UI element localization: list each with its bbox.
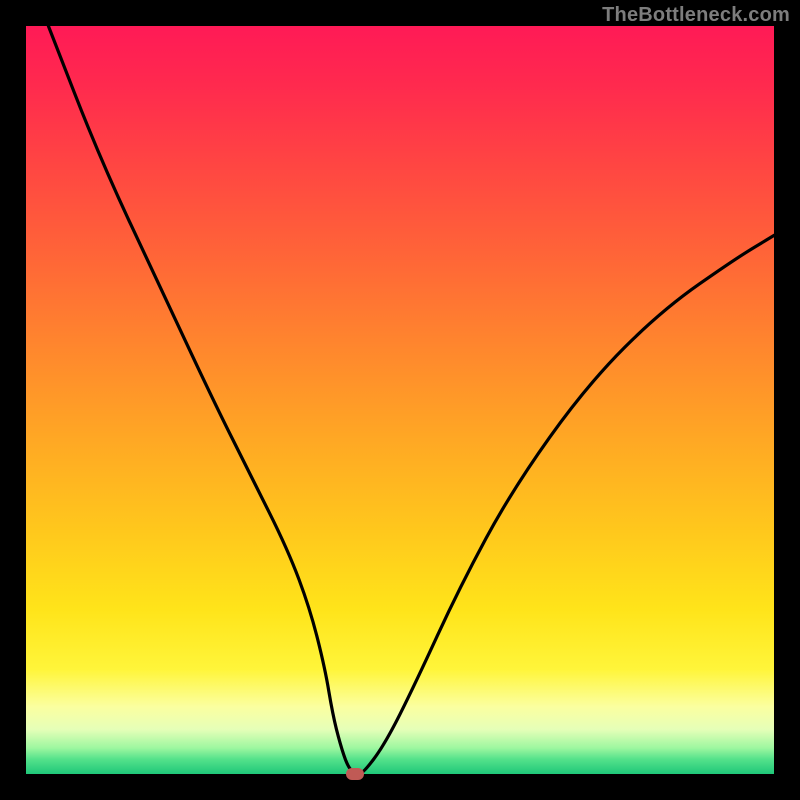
watermark-text: TheBottleneck.com — [602, 4, 790, 27]
bottleneck-curve — [26, 26, 774, 774]
optimal-marker — [346, 768, 364, 780]
outer-frame: TheBottleneck.com — [0, 0, 800, 800]
plot-area — [26, 26, 774, 774]
